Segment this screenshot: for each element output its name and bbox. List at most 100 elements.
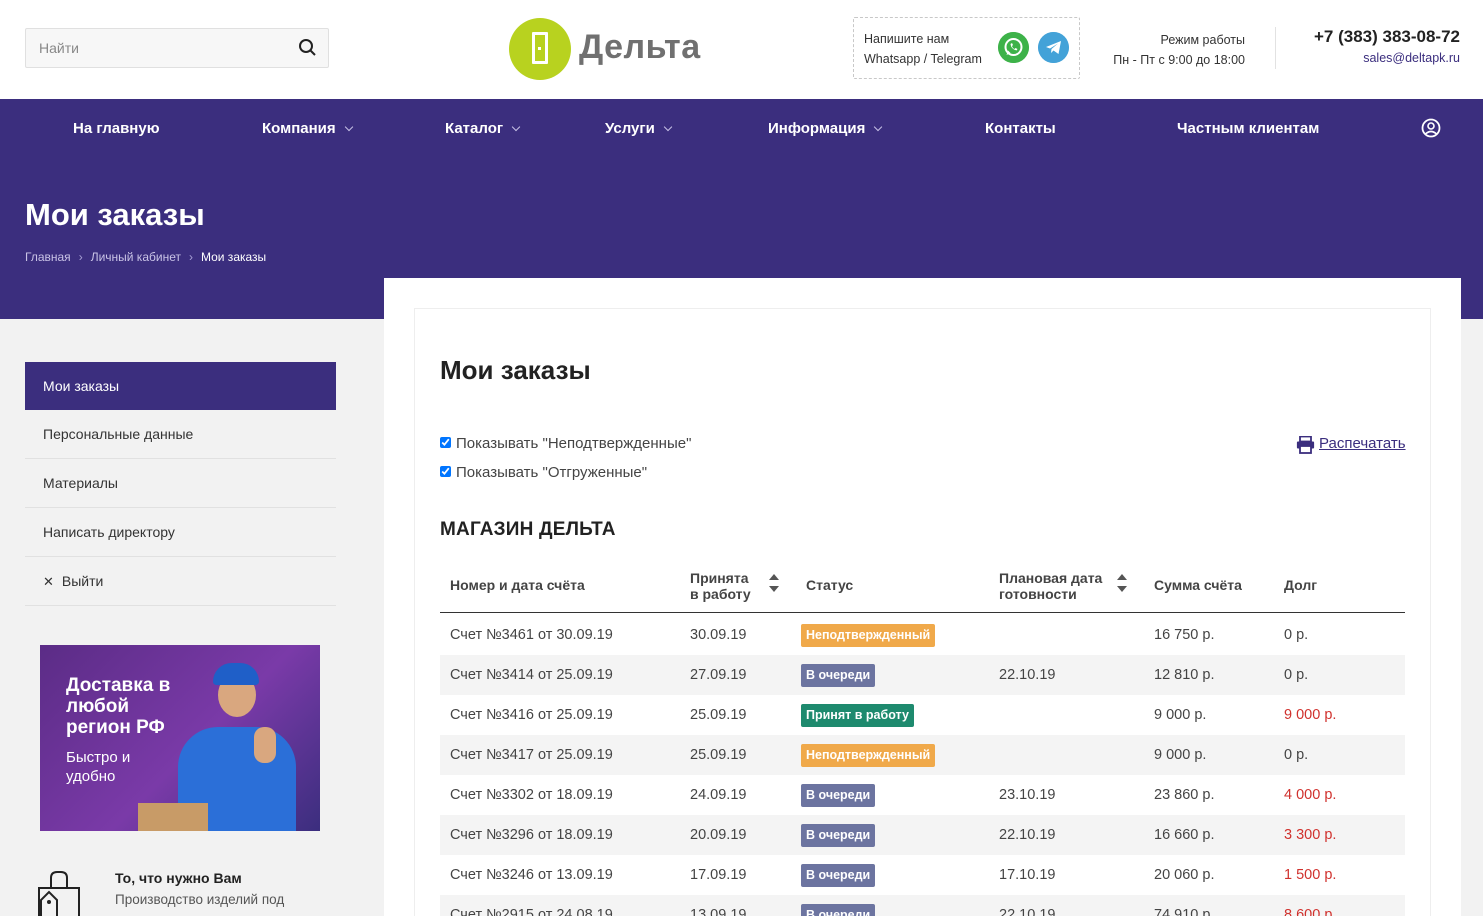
invoice-link[interactable]: Счет №2915 от 24.08.19 — [450, 895, 613, 916]
sidebar-item-logout[interactable]: ✕ Выйти — [25, 557, 336, 606]
table-row[interactable]: Счет №2915 от 24.08.19 13.09.19 В очереди 2… — [440, 895, 1405, 916]
invoice-sum: 23 860 р. — [1154, 787, 1215, 803]
user-account-icon[interactable] — [1421, 118, 1441, 138]
debt-value: 0 р. — [1284, 747, 1309, 763]
col-planned: Плановая дата готовности — [999, 570, 1103, 602]
debt-value: 4 000 р. — [1284, 787, 1337, 803]
shopping-bag-icon — [38, 871, 80, 916]
breadcrumb-home[interactable]: Главная — [25, 250, 71, 264]
invoice-sum: 74 910 р. — [1154, 907, 1215, 916]
col-sum: Сумма счёта — [1154, 577, 1242, 593]
nav-item-info[interactable]: Информация — [768, 99, 883, 158]
nav-item-contacts[interactable]: Контакты — [985, 99, 1056, 158]
status-badge: В очереди — [801, 664, 876, 687]
table-row[interactable]: Счет №3302 от 18.09.19 24.09.19 В очереди 2… — [440, 775, 1405, 815]
table-row[interactable]: Счет №3246 от 13.09.19 17.09.19 В очереди 1… — [440, 855, 1405, 895]
work-hours: Режим работы Пн - Пт с 9:00 до 18:00 — [1100, 30, 1245, 70]
debt-value: 0 р. — [1284, 627, 1309, 643]
breadcrumb-separator: › — [78, 250, 83, 264]
sidebar-item-write-director[interactable]: Написать директору — [25, 508, 336, 557]
debt-value: 1 500 р. — [1284, 867, 1337, 883]
nav-item-company[interactable]: Компания — [262, 99, 353, 158]
shop-title: МАГАЗИН ДЕЛЬТА — [440, 519, 616, 540]
sidebar-item-materials[interactable]: Материалы — [25, 459, 336, 508]
sidebar-menu: Мои заказы Персональные данные Материалы… — [25, 362, 336, 606]
filter-shipped-checkbox[interactable] — [440, 466, 451, 477]
invoice-sum: 16 660 р. — [1154, 827, 1215, 843]
orders-title: Мои заказы — [440, 355, 591, 385]
site-header: Дельта Напишите нам Whatsapp / Telegram … — [0, 0, 1483, 99]
invoice-link[interactable]: Счет №3296 от 18.09.19 — [450, 815, 613, 855]
accepted-date: 25.09.19 — [690, 747, 747, 763]
table-row[interactable]: Счет №3296 от 18.09.19 20.09.19 В очереди 2… — [440, 815, 1405, 855]
filter-unconfirmed-label: Показывать "Неподтвержденные" — [456, 435, 692, 452]
invoice-link[interactable]: Счет №3302 от 18.09.19 — [450, 775, 613, 815]
filter-shipped-label: Показывать "Отгруженные" — [456, 464, 648, 481]
invoice-link[interactable]: Счет №3246 от 13.09.19 — [450, 855, 613, 895]
chevron-down-icon — [511, 122, 521, 132]
accepted-date: 13.09.19 — [690, 907, 747, 916]
invoice-link[interactable]: Счет №3416 от 25.09.19 — [450, 695, 613, 735]
planned-date: 17.10.19 — [999, 867, 1056, 883]
search-icon[interactable] — [298, 38, 318, 58]
nav-item-private-clients[interactable]: Частным клиентам — [1177, 99, 1319, 158]
orders-table: Номер и дата счёта Принята в работу Стату… — [440, 560, 1405, 916]
table-row[interactable]: Счет №3416 от 25.09.19 25.09.19 Принят в р… — [440, 695, 1405, 735]
filter-unconfirmed[interactable]: Показывать "Неподтвержденные" — [440, 435, 691, 452]
sort-planned-icon[interactable] — [1117, 574, 1127, 596]
invoice-sum: 9 000 р. — [1154, 747, 1207, 763]
col-debt: Долг — [1284, 577, 1318, 593]
search-input[interactable] — [26, 29, 286, 67]
planned-date: 22.10.19 — [999, 907, 1056, 916]
status-badge: В очереди — [801, 864, 876, 887]
nav-item-services[interactable]: Услуги — [605, 99, 673, 158]
sidebar-item-personal-data[interactable]: Персональные данные — [25, 410, 336, 459]
logout-label: Выйти — [61, 573, 104, 589]
close-icon: ✕ — [43, 574, 54, 589]
invoice-sum: 9 000 р. — [1154, 707, 1207, 723]
accepted-date: 24.09.19 — [690, 787, 747, 803]
col-status: Статус — [806, 577, 854, 593]
filter-unconfirmed-checkbox[interactable] — [440, 437, 451, 448]
promo-title: То, что нужно Вам — [115, 870, 242, 886]
logo[interactable]: Дельта — [509, 18, 700, 82]
email-link[interactable]: sales@deltapk.ru — [1363, 51, 1460, 65]
debt-value: 3 300 р. — [1284, 827, 1337, 843]
work-hours-value: Пн - Пт с 9:00 до 18:00 — [1113, 53, 1245, 67]
planned-date: 22.10.19 — [999, 827, 1056, 843]
phone-link[interactable]: +7 (383) 383-08-72 — [1314, 27, 1460, 47]
breadcrumb-current: Мои заказы — [200, 250, 267, 264]
chevron-down-icon — [874, 122, 883, 132]
banner-title: Доставка в любой регион РФ — [66, 675, 171, 738]
logo-door-icon — [509, 18, 571, 80]
invoice-link[interactable]: Счет №3461 от 30.09.19 — [450, 615, 613, 655]
status-badge: В очереди — [801, 784, 876, 807]
table-row[interactable]: Счет №3461 от 30.09.19 30.09.19 Неподтверж… — [440, 615, 1405, 655]
table-body: Счет №3461 от 30.09.19 30.09.19 Неподтверж… — [440, 615, 1405, 916]
debt-value: 9 000 р. — [1284, 707, 1337, 723]
delivery-banner[interactable]: Доставка в любой регион РФ Быстро и удоб… — [40, 645, 320, 831]
nav-item-catalog[interactable]: Каталог — [445, 99, 521, 158]
whatsapp-icon[interactable] — [998, 32, 1029, 63]
table-row[interactable]: Счет №3414 от 25.09.19 27.09.19 В очереди 2… — [440, 655, 1405, 695]
planned-date: 22.10.19 — [999, 667, 1056, 683]
invoice-link[interactable]: Счет №3417 от 25.09.19 — [450, 735, 613, 775]
status-badge: Неподтвержденный — [801, 744, 936, 767]
telegram-icon[interactable] — [1038, 32, 1069, 63]
thumbs-up-icon — [254, 727, 276, 763]
nav-item-home[interactable]: На главную — [73, 99, 160, 158]
invoice-link[interactable]: Счет №3414 от 25.09.19 — [450, 655, 613, 695]
status-badge: Неподтвержденный — [801, 624, 936, 647]
main-nav: На главную Компания Каталог Услуги Инфор… — [0, 99, 1483, 158]
sidebar-item-orders[interactable]: Мои заказы — [25, 362, 336, 410]
accepted-date: 30.09.19 — [690, 627, 747, 643]
table-row[interactable]: Счет №3417 от 25.09.19 25.09.19 Неподтверж… — [440, 735, 1405, 775]
banner-subtitle: Быстро и удобно — [66, 749, 131, 785]
filter-shipped[interactable]: Показывать "Отгруженные" — [440, 464, 647, 481]
debt-value: 0 р. — [1284, 667, 1309, 683]
accepted-date: 25.09.19 — [690, 707, 747, 723]
print-link[interactable]: Распечатать — [1296, 435, 1406, 454]
promo-subtitle: Производство изделий под — [115, 892, 285, 907]
breadcrumb-cabinet[interactable]: Личный кабинет — [91, 250, 181, 264]
sort-accepted-icon[interactable] — [769, 574, 779, 596]
